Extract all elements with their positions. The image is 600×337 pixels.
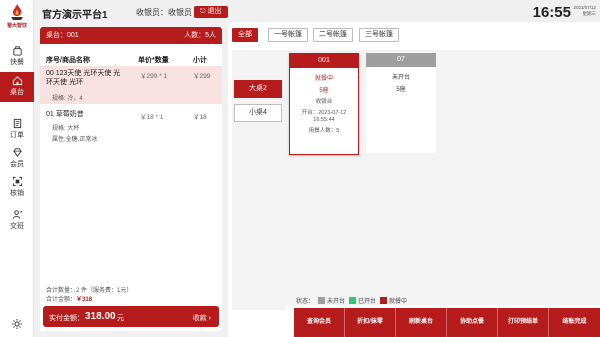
table-number: 001 [290, 54, 358, 68]
item-price-qty: ￥18 * 1 [140, 114, 164, 121]
pay-label: 实付金额： [49, 315, 84, 322]
zone-list: 大桌2 小桌4 [232, 50, 286, 310]
sidebar-item-label: 订单 [10, 132, 24, 139]
sidebar-item-orders[interactable]: 订单 [0, 115, 34, 145]
people-label: 人数：5人 [184, 32, 216, 39]
brand-name: 蜀大智饮 [6, 23, 27, 29]
table-cashier: 收银台 [315, 99, 333, 105]
item-subtotal: ￥18 [193, 114, 207, 121]
sidebar-item-label: 交班 [10, 223, 24, 230]
zone-big-table[interactable]: 大桌2 [234, 80, 282, 98]
table-grid: 001 就餐中 5座 收银台 开台：2023-07-12 16:55:44 用餐… [286, 50, 600, 305]
table-card-07[interactable]: 07 未开台 5座 [366, 53, 436, 153]
clock-time: 16:55 [532, 4, 571, 21]
chevron-right-icon: › [208, 315, 211, 322]
legend-idle: 未开台 [327, 299, 346, 305]
table-status: 就餐中 [314, 76, 333, 82]
sidebar-item-label: 桌台 [10, 89, 24, 96]
table-open-time: 16:55:44 [313, 117, 335, 123]
refresh-tables-button[interactable]: 刷新桌台 [396, 308, 447, 337]
query-member-button[interactable]: 查询会员 [294, 308, 345, 337]
column-header-price-qty: 单价*数量 [138, 57, 169, 64]
sidebar-item-verify[interactable]: 核销 [0, 173, 34, 203]
fast-food-icon [12, 46, 22, 56]
pay-amount: 318.00 [85, 311, 116, 322]
legend-swatch-opened [349, 297, 357, 304]
legend-opened: 已开台 [358, 299, 377, 305]
status-legend: 状态： 未开台 已开台 就餐中 [296, 296, 407, 305]
zone-small-table[interactable]: 小桌4 [234, 104, 282, 122]
pay-button[interactable]: 实付金额： 318.00 元 收款 › [43, 306, 219, 327]
assist-order-button[interactable]: 协助点餐 [447, 308, 498, 337]
pay-unit: 元 [117, 315, 124, 322]
table-area: 全部 一号帐篷 二号帐篷 三号帐篷 大桌2 小桌4 001 就餐中 5座 收银台… [228, 22, 600, 337]
total-quantity: 合计数量：2 件（服务费：1元） [46, 288, 133, 294]
table-status: 未开台 [391, 75, 410, 81]
legend-label: 状态： [296, 299, 315, 305]
sidebar: 蜀大智饮 快餐 桌台 订单 会员 核销 交班 [0, 0, 34, 337]
open-label: 开台： [301, 110, 319, 116]
sidebar-item-fast-food[interactable]: 快餐 [0, 42, 34, 72]
order-item-row[interactable]: 00 123天使 光环天使 光环天使 光环 ￥299 * 1 ￥299 规格: … [40, 66, 222, 104]
print-prebill-button[interactable]: 打印预结单 [498, 308, 549, 337]
order-panel: 桌台：001 人数：5人 序号/商品名称 单价*数量 小计 00 123天使 光… [40, 27, 222, 331]
sidebar-item-tables[interactable]: 桌台 [0, 72, 34, 102]
home-icon [12, 76, 22, 86]
tab-tent-3[interactable]: 三号帐篷 [359, 28, 399, 42]
action-bar: 查询会员 折扣/抹零 刷新桌台 协助点餐 打印预结单 结账完成 [294, 308, 600, 337]
header: 官方演示平台1 收银员：收银员 ⎋ 退出 16:55 2023/07/12 星期… [34, 0, 600, 22]
tab-tent-1[interactable]: 一号帐篷 [268, 28, 308, 42]
order-header: 桌台：001 人数：5人 [40, 27, 222, 44]
table-seats: 5座 [319, 88, 329, 94]
item-name: 01 草莓奶昔 [46, 111, 84, 118]
tab-all[interactable]: 全部 [232, 28, 258, 42]
discount-button[interactable]: 折扣/抹零 [345, 308, 396, 337]
checkout-complete-button[interactable]: 结账完成 [549, 308, 600, 337]
total-amount-value: ￥318 [76, 297, 93, 303]
weekday-text: 星期三 [582, 11, 597, 16]
receipt-icon [13, 118, 21, 129]
table-card-001[interactable]: 001 就餐中 5座 收银台 开台：2023-07-12 16:55:44 用餐… [289, 53, 359, 155]
total-amount-row: 合计金额：￥318 [46, 294, 92, 303]
column-header-name: 序号/商品名称 [46, 57, 90, 64]
item-name: 00 123天使 光环天使 光环天使 光环 [46, 70, 121, 86]
sidebar-item-members[interactable]: 会员 [0, 144, 34, 174]
pay-action: 收款 › [193, 313, 211, 323]
order-item-row[interactable]: 01 草莓奶昔 ￥18 * 1 ￥18 规格: 大杯 属性:全糖,正常冰 [40, 107, 222, 147]
scan-icon [12, 176, 22, 187]
pay-action-label: 收款 [192, 315, 207, 322]
sidebar-item-label: 核销 [10, 190, 24, 197]
table-diners: 用餐人数：5 [308, 128, 340, 134]
flame-logo-icon [11, 4, 23, 20]
cashier-label: 收银员：收银员 [136, 8, 192, 17]
logout-button[interactable]: ⎋ 退出 [194, 6, 228, 18]
logout-label: 退出 [207, 8, 222, 15]
sidebar-item-label: 快餐 [10, 59, 24, 66]
legend-swatch-dining [380, 297, 388, 304]
table-open-date: 开台：2023-07-12 [290, 108, 358, 116]
column-header-subtotal: 小计 [193, 57, 207, 64]
legend-swatch-idle [318, 297, 326, 304]
item-price-qty: ￥299 * 1 [140, 73, 168, 80]
logout-icon: ⎋ [200, 8, 206, 15]
table-label: 桌台：001 [46, 32, 79, 39]
brand-logo: 蜀大智饮 [2, 3, 32, 35]
sidebar-item-label: 会员 [10, 161, 24, 168]
sidebar-item-shift[interactable]: 交班 [0, 206, 34, 236]
item-subtotal: ￥299 [193, 73, 211, 80]
page-title: 官方演示平台1 [42, 10, 108, 21]
item-attrs: 属性:全糖,正常冰 [52, 137, 98, 143]
item-spec: 规格: 大杯 [52, 126, 80, 132]
item-spec: 规格: 冷，4 [52, 96, 83, 102]
open-date: 2023-07-12 [318, 110, 347, 116]
total-amount-label: 合计金额： [46, 297, 77, 303]
legend-dining: 就餐中 [389, 299, 408, 305]
table-number: 07 [366, 53, 436, 67]
table-seats: 5座 [396, 87, 406, 93]
user-shift-icon [12, 210, 22, 219]
gear-icon[interactable] [11, 318, 23, 330]
diamond-icon [12, 148, 22, 157]
tab-tent-2[interactable]: 二号帐篷 [313, 28, 353, 42]
clock-date: 2023/07/12 星期三 [572, 5, 596, 17]
